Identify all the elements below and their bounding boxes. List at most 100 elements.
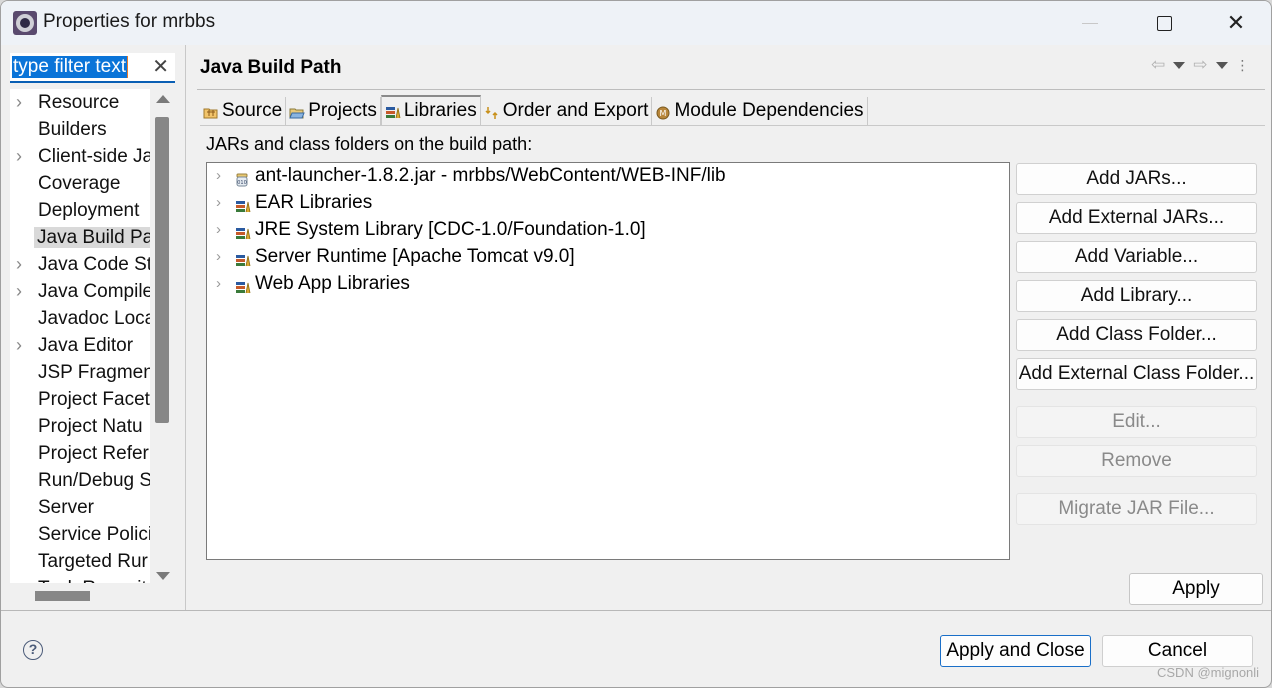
chevron-right-icon[interactable]: › [16,278,22,305]
maximize-button[interactable] [1141,1,1187,45]
chevron-right-icon[interactable]: › [16,251,22,278]
build-path-entry[interactable]: › Server Runtime [Apache Tomcat v9.0] [207,244,1009,271]
property-pages-pane: type filter text ✕ › Resource Builders › Cli… [1,45,186,611]
sidebar-item-coverage[interactable]: Coverage [10,170,150,197]
sidebar-item-javadoc-loca[interactable]: Javadoc Loca [10,305,150,332]
sidebar-item-label: Server [38,497,94,518]
edit-button[interactable]: Edit... [1016,406,1257,438]
chevron-right-icon[interactable]: › [16,143,22,170]
expand-chevron-icon[interactable]: › [216,190,221,216]
sidebar-item-label: Java Code Sty [38,254,150,275]
tabs-baseline [200,125,1265,126]
tab-module-dependencies[interactable]: M Module Dependencies [652,97,868,125]
add-library-button[interactable]: Add Library... [1016,280,1257,312]
scroll-up-arrow-icon[interactable] [156,95,170,103]
sidebar-item-project-natu[interactable]: Project Natu [10,413,150,440]
title-bar: Properties for mrbbs ✕ [1,1,1271,45]
library-icon [385,104,401,119]
apply-and-close-button[interactable]: Apply and Close [940,635,1091,667]
sidebar-item-label: JSP Fragmen [38,362,150,383]
footer-separator [1,610,1271,611]
watermark: CSDN @mignonli [1157,665,1260,680]
expand-chevron-icon[interactable]: › [216,271,221,297]
minimize-icon [1082,22,1098,24]
view-menu-icon[interactable]: ⋮ [1236,58,1250,72]
sidebar-item-project-facet[interactable]: Project Facet [10,386,150,413]
build-path-entry-label: Server Runtime [Apache Tomcat v9.0] [255,246,575,267]
build-path-entry[interactable]: › EAR Libraries [207,190,1009,217]
sidebar-item-java-compile[interactable]: › Java Compile [10,278,150,305]
sidebar-item-java-build-pa[interactable]: Java Build Pa [10,224,150,251]
close-button[interactable]: ✕ [1213,1,1259,45]
sidebar-item-jsp-fragmen[interactable]: JSP Fragmen [10,359,150,386]
sidebar-item-run-debug-s[interactable]: Run/Debug S [10,467,150,494]
build-path-entry-label: ant-launcher-1.8.2.jar - mrbbs/WebConten… [255,165,726,186]
add-variable-button[interactable]: Add Variable... [1016,241,1257,273]
library-icon [235,196,251,213]
sidebar-item-label: Builders [38,119,107,140]
sidebar-item-client-side-ja[interactable]: › Client-side Ja [10,143,150,170]
expand-chevron-icon[interactable]: › [216,217,221,243]
chevron-right-icon[interactable]: › [16,89,22,116]
back-arrow-icon[interactable]: ⇦ [1151,55,1165,75]
build-path-entries-list[interactable]: › 010 ant-launcher-1.8.2.jar - mrbbs/WebCo… [206,162,1010,560]
help-icon[interactable]: ? [23,640,43,660]
tab-label: Libraries [403,100,477,121]
library-icon [235,223,251,240]
sidebar-item-label: Project Refer [38,443,149,464]
tab-label: Order and Export [502,100,649,121]
library-icon [235,277,251,294]
add-jars-button[interactable]: Add JARs... [1016,163,1257,195]
add-external-class-folder-button[interactable]: Add External Class Folder... [1016,358,1257,390]
tab-projects[interactable]: Projects [286,97,381,125]
tab-libraries[interactable]: Libraries [380,95,481,125]
back-dropdown-icon[interactable] [1173,61,1186,69]
build-path-entry[interactable]: › 010 ant-launcher-1.8.2.jar - mrbbs/WebCo… [207,163,1009,190]
sidebar-item-deployment[interactable]: Deployment [10,197,150,224]
vertical-scrollbar[interactable] [151,89,175,584]
build-path-entry[interactable]: › JRE System Library [CDC-1.0/Foundation-… [207,217,1009,244]
sidebar-item-builders[interactable]: Builders [10,116,150,143]
minimize-button[interactable] [1067,1,1113,45]
forward-arrow-icon[interactable]: ⇨ [1193,55,1207,75]
filter-input[interactable]: type filter text ✕ [10,53,175,83]
horizontal-scroll-thumb[interactable] [35,591,90,601]
sidebar-item-service-polici[interactable]: Service Polici [10,521,150,548]
sidebar-item-java-code-sty[interactable]: › Java Code Sty [10,251,150,278]
clear-filter-icon[interactable]: ✕ [152,54,169,79]
cancel-button[interactable]: Cancel [1102,635,1253,667]
migrate-jar-file-button[interactable]: Migrate JAR File... [1016,493,1257,525]
expand-chevron-icon[interactable]: › [216,163,221,189]
sidebar-item-label: Javadoc Loca [38,308,150,329]
forward-dropdown-icon[interactable] [1215,61,1228,69]
scroll-down-arrow-icon[interactable] [156,572,170,580]
sidebar-item-server[interactable]: Server [10,494,150,521]
apply-button[interactable]: Apply [1129,573,1263,605]
sidebar-item-label: Service Polici [38,524,150,545]
filter-input-value[interactable]: type filter text [12,56,128,78]
sidebar-item-resource[interactable]: › Resource [10,89,150,116]
vertical-scroll-thumb[interactable] [155,117,169,423]
sidebar-item-label: Project Facet [38,389,150,410]
sidebar-item-label: Run/Debug S [38,470,150,491]
module-icon: M [655,104,671,120]
sidebar-item-targeted-rur[interactable]: Targeted Rur [10,548,150,575]
build-path-entry[interactable]: › Web App Libraries [207,271,1009,298]
order-export-icon [484,104,500,119]
sidebar-item-label: Deployment [38,200,140,221]
header-separator [197,89,1265,90]
tab-order-and-export[interactable]: Order and Export [481,97,653,125]
sidebar-item-project-refer[interactable]: Project Refer [10,440,150,467]
svg-text:010: 010 [237,180,247,186]
sidebar-item-label: Coverage [38,173,121,194]
build-path-tabs: Source Projects Libraries Order and Export M… [200,95,868,125]
remove-button[interactable]: Remove [1016,445,1257,477]
chevron-right-icon[interactable]: › [16,332,22,359]
sidebar-item-java-editor[interactable]: › Java Editor [10,332,150,359]
tab-source[interactable]: Source [200,97,287,125]
add-class-folder-button[interactable]: Add Class Folder... [1016,319,1257,351]
expand-chevron-icon[interactable]: › [216,244,221,270]
horizontal-scrollbar[interactable] [10,583,175,607]
sidebar-item-label: Java Editor [38,335,134,356]
add-external-jars-button[interactable]: Add External JARs... [1016,202,1257,234]
